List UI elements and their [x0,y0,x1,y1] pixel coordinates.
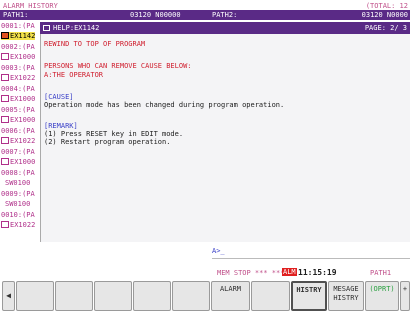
next-softkey[interactable]: + [400,281,410,311]
alarm-list-item[interactable]: 0005:(PA EX1000 [0,106,40,127]
clock: 11:15:19 [298,268,337,277]
alarm-code: EX1000 [10,158,36,166]
operation-softkey-label: (OPRT) [369,285,395,293]
alarm-code: SW0100 [5,179,31,187]
softkey-6[interactable] [251,281,290,311]
alarm-code: EX1000 [10,53,36,61]
cause-header: [CAUSE] [44,93,74,101]
help-title: HELP:EX1142 [53,24,100,32]
alarm-softkey-label: ALARM [219,285,242,293]
alarm-number: 0009:(PA [1,190,35,198]
alarm-marker-icon [1,137,9,144]
active-path: PATH1 [370,269,392,277]
alarm-history-list: 0001:(PA EX1142 0002:(PA EX1000 0003:(PA… [0,22,40,232]
cnc-screen: ALARM HISTORY (TOTAL: 12 PATH1: 03120 N0… [0,0,410,315]
alarm-list-item[interactable]: 0003:(PA EX1022 [0,64,40,85]
alarm-number: 0002:(PA [1,43,35,51]
mode-status: MEM STOP *** *** [217,269,285,277]
alarm-code: SW0100 [5,200,31,208]
alarm-number: 0001:(PA [1,22,35,30]
alarm-number: 0006:(PA [1,127,35,135]
persons-heading: PERSONS WHO CAN REMOVE CAUSE BELOW: [44,62,192,70]
path1-program-id: 03120 N00000 [130,11,181,19]
alarm-code: EX1000 [10,116,36,124]
alarm-list-item[interactable]: 0001:(PA EX1142 [0,22,40,43]
alarm-list-item[interactable]: 0006:(PA EX1022 [0,127,40,148]
alarm-number: 0004:(PA [1,85,35,93]
softkey-3[interactable] [94,281,132,311]
alarm-list-item[interactable]: 0002:(PA EX1000 [0,43,40,64]
remark-header: [REMARK] [44,122,78,130]
softkey-5[interactable] [172,281,210,311]
window-icon [43,25,50,31]
path-bar: PATH1: 03120 N00000 PATH2: 03120 N0000 [0,10,410,20]
alarm-softkey[interactable]: ALARM [211,281,250,311]
softkey-4[interactable] [133,281,171,311]
alarm-list-item[interactable]: 0008:(PA SW0100 [0,169,40,190]
alarm-number: 0010:(PA [1,211,35,219]
alarm-marker-icon [1,116,9,123]
softkey-1[interactable] [16,281,54,311]
alarm-marker-icon [1,221,9,228]
alarm-list-item[interactable]: 0004:(PA EX1000 [0,85,40,106]
history-softkey-label: HISTRY [296,286,322,294]
alarm-code: EX1022 [10,137,36,145]
alarm-code: EX1000 [10,95,36,103]
remark-step-2: (2) Restart program operation. [44,138,171,146]
softkey-2[interactable] [55,281,93,311]
alarm-code: EX1022 [10,221,36,229]
path1-label: PATH1: [3,11,29,19]
alarm-badge: ALM [282,268,297,276]
next-softkey-label: + [402,285,408,293]
path2-label: PATH2: [212,11,238,19]
screen-title: ALARM HISTORY [3,2,58,10]
total-count: (TOTAL: 12 [365,2,408,10]
alarm-number: 0005:(PA [1,106,35,114]
alarm-list-item[interactable]: 0007:(PA EX1000 [0,148,40,169]
help-panel: REWIND TO TOP OF PROGRAM PERSONS WHO CAN… [40,34,410,242]
remark-step-1: (1) Press RESET key in EDIT mode. [44,130,184,138]
divider [212,258,410,259]
history-softkey[interactable]: HISTRY [291,281,327,311]
cause-text: Operation mode has been changed during p… [44,101,285,109]
alarm-marker-icon [1,53,9,60]
page-indicator: PAGE: 2/ 3 [364,24,407,32]
soft-key-bar: ◀ ALARM HISTRY MESAGE HISTRY (OPRT) + [0,281,410,311]
alarm-code: EX1142 [10,32,36,40]
alarm-list-item[interactable]: 0010:(PA EX1022 [0,211,40,232]
alarm-message: REWIND TO TOP OF PROGRAM [44,40,146,48]
alarm-number: 0007:(PA [1,148,35,156]
persons-value: A:THE OPERATOR [44,71,104,79]
alarm-marker-icon [1,95,9,102]
alarm-marker-icon [1,158,9,165]
left-arrow-icon: ◀ [6,291,11,300]
help-header: HELP:EX1142 PAGE: 2/ 3 [40,22,410,34]
operation-softkey[interactable]: (OPRT) [365,281,399,311]
message-history-label-2: HISTRY [333,294,359,302]
alarm-number: 0008:(PA [1,169,35,177]
path2-program-id: 03120 N0000 [361,11,408,19]
status-bar: MEM STOP *** *** ALM 11:15:19 PATH1 [212,268,410,279]
key-input-buffer[interactable]: A>_ [212,247,225,255]
alarm-code: EX1022 [10,74,36,82]
alarm-marker-icon [1,74,9,81]
message-history-label-1: MESAGE [333,285,359,293]
alarm-number: 0003:(PA [1,64,35,72]
softkey-return-button[interactable]: ◀ [2,281,15,311]
message-history-softkey[interactable]: MESAGE HISTRY [328,281,364,311]
alarm-list-item[interactable]: 0009:(PA SW0100 [0,190,40,211]
alarm-marker-icon [1,32,9,39]
